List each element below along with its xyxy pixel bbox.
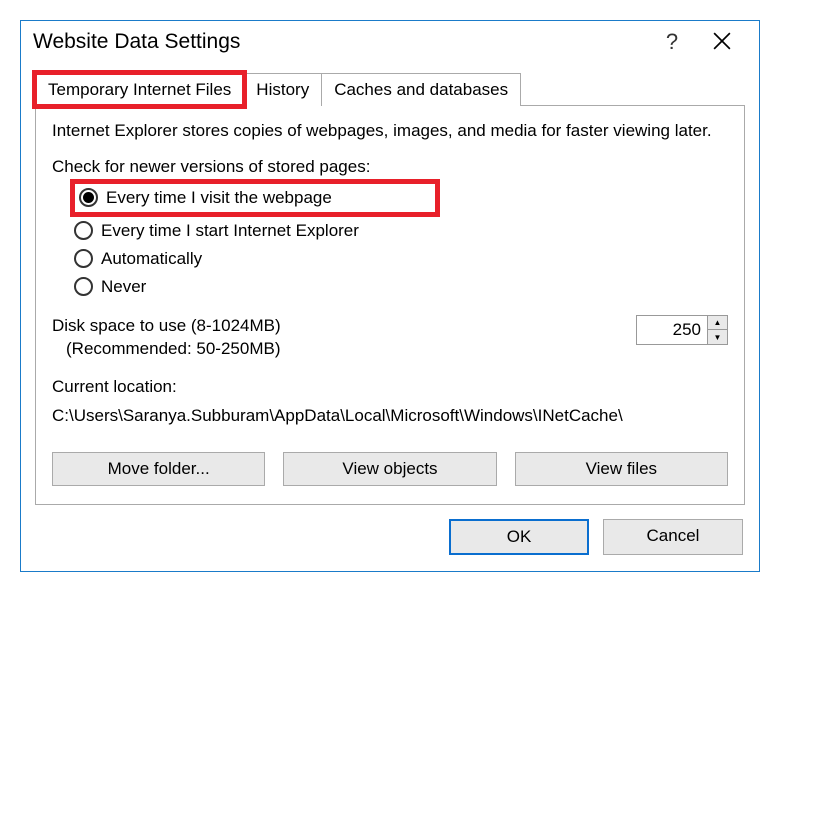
dialog-footer: OK Cancel — [21, 505, 759, 571]
radio-automatically[interactable]: Automatically — [74, 245, 728, 273]
dialog-title: Website Data Settings — [33, 30, 647, 54]
ok-button[interactable]: OK — [449, 519, 589, 555]
radio-label: Every time I start Internet Explorer — [101, 221, 359, 241]
spinner-down-button[interactable]: ▼ — [708, 330, 727, 344]
titlebar: Website Data Settings ? — [21, 21, 759, 63]
tab-history[interactable]: History — [243, 73, 322, 106]
radio-label: Automatically — [101, 249, 202, 269]
spinner-up-button[interactable]: ▲ — [708, 316, 727, 331]
disk-space-spinner[interactable]: ▲ ▼ — [636, 315, 728, 345]
radio-label: Every time I visit the webpage — [106, 188, 332, 208]
view-objects-button[interactable]: View objects — [283, 452, 496, 486]
close-button[interactable] — [697, 30, 747, 55]
radio-every-visit[interactable]: Every time I visit the webpage — [70, 179, 440, 217]
triangle-up-icon: ▲ — [714, 318, 722, 327]
disk-space-label: Disk space to use (8-1024MB) (Recommende… — [52, 315, 636, 361]
cancel-button[interactable]: Cancel — [603, 519, 743, 555]
radio-group-check-versions: Every time I visit the webpage Every tim… — [74, 179, 728, 301]
tabs-row: Temporary Internet Files History Caches … — [35, 73, 745, 106]
move-folder-button[interactable]: Move folder... — [52, 452, 265, 486]
triangle-down-icon: ▼ — [714, 333, 722, 342]
radio-icon — [74, 277, 93, 296]
close-icon — [713, 35, 731, 54]
radio-icon — [79, 188, 98, 207]
radio-every-start[interactable]: Every time I start Internet Explorer — [74, 217, 728, 245]
check-versions-label: Check for newer versions of stored pages… — [52, 157, 728, 177]
website-data-settings-dialog: Website Data Settings ? Temporary Intern… — [20, 20, 760, 572]
current-location-path: C:\Users\Saranya.Subburam\AppData\Local\… — [52, 405, 728, 428]
help-button[interactable]: ? — [647, 29, 697, 55]
tab-panel: Internet Explorer stores copies of webpa… — [35, 105, 745, 505]
radio-icon — [74, 249, 93, 268]
panel-description: Internet Explorer stores copies of webpa… — [52, 120, 728, 143]
current-location-label: Current location: — [52, 377, 728, 397]
radio-icon — [74, 221, 93, 240]
tab-caches-and-databases[interactable]: Caches and databases — [321, 73, 521, 106]
radio-never[interactable]: Never — [74, 273, 728, 301]
tab-temporary-internet-files[interactable]: Temporary Internet Files — [35, 73, 244, 106]
view-files-button[interactable]: View files — [515, 452, 728, 486]
radio-label: Never — [101, 277, 146, 297]
disk-space-input[interactable] — [637, 316, 707, 344]
